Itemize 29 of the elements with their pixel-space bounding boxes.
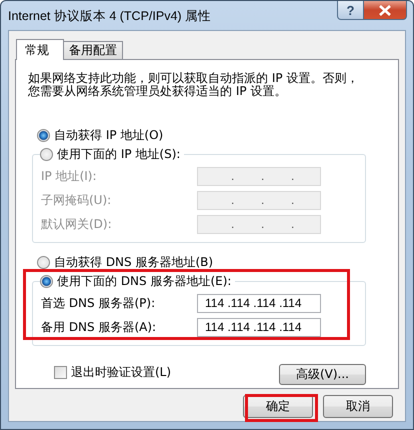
- radio-option[interactable]: 自动获得 DNS 服务器地址(B): [37, 254, 384, 270]
- ip-address-field[interactable]: 114 .114 .114 .114: [197, 318, 321, 336]
- checkbox-label: 退出时验证设置(L): [71, 364, 172, 381]
- field-label: 子网掩码(U):: [41, 192, 112, 208]
- close-icon: [379, 4, 391, 16]
- radio-label: 自动获得 DNS 服务器地址(B): [54, 254, 214, 270]
- description-text: 如果网络支持此功能，则可以获取自动指派的 IP 设置。否则，您需要从网络系统管理员处获得适当的 IP 设置。: [28, 72, 360, 98]
- field-label: 默认网关(D):: [41, 216, 112, 232]
- radio-label: 自动获得 IP 地址(O): [54, 126, 164, 144]
- radio-button[interactable]: [40, 274, 53, 288]
- ip-address-field[interactable]: 114 .114 .114 .114: [197, 294, 321, 312]
- radio-label: 使用下面的 IP 地址(S):: [57, 146, 180, 162]
- radio-option[interactable]: 自动获得 IP 地址(O): [37, 127, 384, 143]
- radio-option[interactable]: 使用下面的 IP 地址(S):: [40, 146, 180, 162]
- checkbox[interactable]: [54, 366, 67, 379]
- radio-button[interactable]: [37, 128, 50, 142]
- radio-button[interactable]: [37, 256, 50, 268]
- field-label: IP 地址(I):: [41, 168, 97, 184]
- close-button[interactable]: [364, 1, 407, 20]
- tab[interactable]: 常规: [16, 39, 64, 60]
- checkbox-option[interactable]: 退出时验证设置(L): [54, 364, 172, 380]
- help-button[interactable]: ?: [337, 1, 364, 20]
- field-label: 首选 DNS 服务器(P):: [41, 294, 156, 312]
- window-title: Internet 协议版本 4 (TCP/IPv4) 属性: [8, 8, 212, 25]
- radio-button[interactable]: [40, 148, 53, 160]
- advanced-button[interactable]: 高级(V)...: [279, 364, 366, 385]
- cancel-button[interactable]: 取消: [323, 395, 393, 418]
- field-label: 备用 DNS 服务器(A):: [41, 318, 156, 336]
- tab[interactable]: 备用配置: [63, 41, 123, 59]
